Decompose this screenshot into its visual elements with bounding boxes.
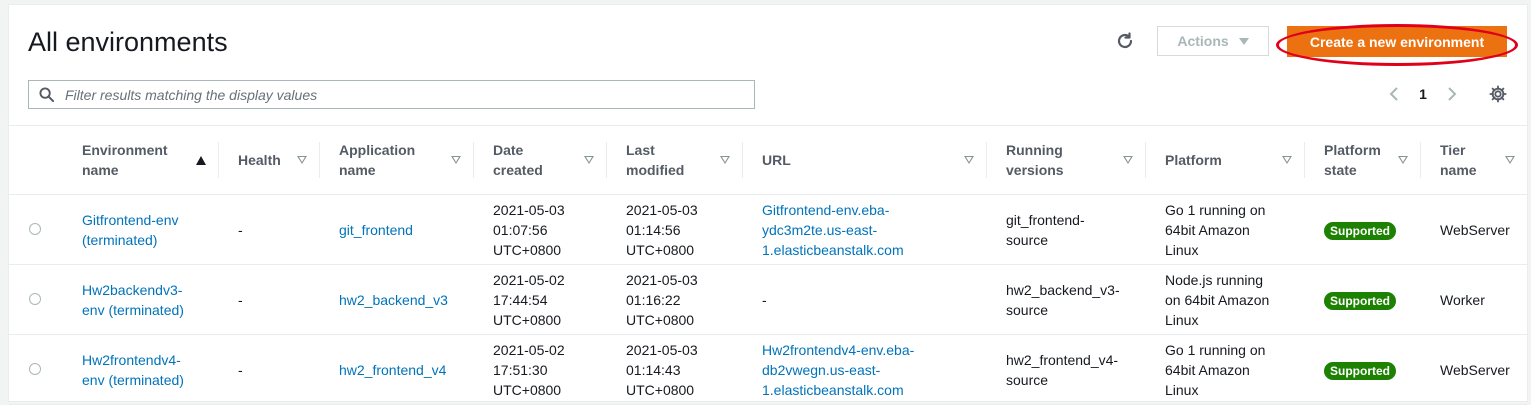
date-created-cell: 2021-05-02 17:44:54 UTC+0800 bbox=[493, 271, 565, 328]
header-label: created bbox=[493, 162, 543, 178]
table-row[interactable]: Hw2backendv3- env (terminated) - hw2_back… bbox=[9, 265, 1527, 335]
header-label: versions bbox=[1006, 162, 1064, 178]
sort-icon bbox=[720, 156, 730, 164]
header-label: name bbox=[339, 162, 376, 178]
select-column-header bbox=[9, 125, 62, 195]
header-label: name bbox=[82, 162, 119, 178]
header-label: Platform bbox=[1324, 142, 1381, 158]
sort-icon bbox=[1282, 156, 1292, 164]
header-label: Environment bbox=[82, 142, 168, 158]
last-modified-cell: 2021-05-03 01:16:22 UTC+0800 bbox=[626, 271, 698, 328]
sort-icon bbox=[451, 156, 461, 164]
row-select-radio[interactable] bbox=[29, 292, 41, 305]
column-header-running-versions[interactable]: Running versions bbox=[986, 125, 1145, 195]
running-versions-cell: hw2_backend_v3- source bbox=[1006, 281, 1120, 318]
platform-state-badge: Supported bbox=[1324, 221, 1396, 240]
header-label: name bbox=[1440, 162, 1477, 178]
header-label: Tier bbox=[1440, 142, 1466, 158]
header-label: URL bbox=[762, 152, 791, 168]
column-header-last-modified[interactable]: Last modified bbox=[606, 125, 742, 195]
actions-label: Actions bbox=[1177, 33, 1229, 49]
last-modified-cell: 2021-05-03 01:14:43 UTC+0800 bbox=[626, 341, 698, 398]
column-header-url[interactable]: URL bbox=[742, 125, 986, 195]
header-label: Date bbox=[493, 142, 524, 158]
environments-table: Environment name Health Application name D… bbox=[9, 125, 1527, 405]
platform-state-badge: Supported bbox=[1324, 361, 1396, 380]
page-number-current[interactable]: 1 bbox=[1405, 86, 1441, 102]
health-cell: - bbox=[238, 221, 243, 238]
sort-icon bbox=[584, 156, 594, 164]
environment-name-link[interactable]: Hw2frontendv4- env (terminated) bbox=[82, 352, 184, 388]
create-environment-label: Create a new environment bbox=[1309, 33, 1485, 50]
tier-name-cell: Worker bbox=[1440, 291, 1485, 308]
platform-cell: Go 1 running on 64bit Amazon Linux bbox=[1165, 341, 1266, 398]
application-name-link[interactable]: hw2_backend_v3 bbox=[339, 292, 448, 308]
date-created-cell: 2021-05-03 01:07:56 UTC+0800 bbox=[493, 201, 565, 258]
health-cell: - bbox=[238, 361, 243, 378]
platform-cell: Go 1 running on 64bit Amazon Linux bbox=[1165, 201, 1266, 258]
sort-ascending-icon bbox=[196, 155, 206, 165]
preferences-button[interactable] bbox=[1487, 83, 1509, 105]
chevron-right-icon bbox=[1448, 87, 1457, 101]
sort-icon bbox=[297, 156, 307, 164]
column-header-date-created[interactable]: Date created bbox=[473, 125, 606, 195]
environments-panel: All environments Actions Create a new en… bbox=[8, 4, 1528, 405]
tier-name-cell: WebServer bbox=[1440, 221, 1510, 238]
column-header-health[interactable]: Health bbox=[218, 125, 319, 195]
gear-icon bbox=[1489, 85, 1507, 103]
header-label: Running bbox=[1006, 142, 1063, 158]
row-select-radio[interactable] bbox=[29, 222, 41, 235]
environment-url-link[interactable]: Gitfrontend-env.eba-ydc3m2te.us-east- 1.e… bbox=[762, 202, 904, 258]
environment-url-link[interactable]: Hw2frontendv4-env.eba-db2vwegn.us-east- 1… bbox=[762, 342, 914, 398]
environment-name-link[interactable]: Hw2backendv3- env (terminated) bbox=[82, 282, 184, 318]
filter-input[interactable] bbox=[63, 85, 707, 104]
search-icon bbox=[39, 87, 54, 102]
column-header-tier-name[interactable]: Tier name bbox=[1420, 125, 1527, 195]
header-label: Health bbox=[238, 152, 281, 168]
platform-state-badge: Supported bbox=[1324, 291, 1396, 310]
platform-cell: Node.js running on 64bit Amazon Linux bbox=[1165, 271, 1270, 328]
next-page-button[interactable] bbox=[1441, 83, 1463, 105]
sort-icon bbox=[964, 156, 974, 164]
create-environment-button[interactable]: Create a new environment bbox=[1287, 26, 1507, 57]
sort-icon bbox=[1398, 156, 1408, 164]
prev-page-button[interactable] bbox=[1383, 83, 1405, 105]
caret-down-icon bbox=[1238, 37, 1249, 45]
health-cell: - bbox=[238, 291, 243, 308]
date-created-cell: 2021-05-02 17:51:30 UTC+0800 bbox=[493, 341, 565, 398]
sort-icon bbox=[1505, 156, 1515, 164]
application-name-link[interactable]: hw2_frontend_v4 bbox=[339, 362, 446, 378]
header-label: Platform bbox=[1165, 152, 1222, 168]
header-label: Last bbox=[626, 142, 655, 158]
header-label: state bbox=[1324, 162, 1357, 178]
refresh-button[interactable] bbox=[1113, 29, 1137, 53]
column-header-environment-name[interactable]: Environment name bbox=[62, 125, 218, 195]
actions-dropdown-button[interactable]: Actions bbox=[1157, 26, 1269, 56]
row-select-radio[interactable] bbox=[29, 362, 41, 375]
refresh-icon bbox=[1117, 32, 1133, 49]
table-row[interactable]: Gitfrontend-env (terminated) - git_fronte… bbox=[9, 195, 1527, 265]
running-versions-cell: git_frontend-source bbox=[1006, 211, 1085, 248]
pagination: 1 bbox=[1383, 83, 1463, 105]
last-modified-cell: 2021-05-03 01:14:56 UTC+0800 bbox=[626, 201, 698, 258]
filter-field[interactable] bbox=[28, 80, 755, 109]
table-header-row: Environment name Health Application name D… bbox=[9, 125, 1527, 195]
sort-icon bbox=[1123, 156, 1133, 164]
environment-url-cell: - bbox=[762, 291, 767, 308]
header-label: Application bbox=[339, 142, 416, 158]
tier-name-cell: WebServer bbox=[1440, 361, 1510, 378]
page-title: All environments bbox=[28, 27, 228, 57]
environment-name-link[interactable]: Gitfrontend-env (terminated) bbox=[82, 212, 179, 248]
header-label: modified bbox=[626, 162, 685, 178]
table-row[interactable]: Hw2frontendv4- env (terminated) - hw2_fro… bbox=[9, 335, 1527, 405]
column-header-application-name[interactable]: Application name bbox=[319, 125, 473, 195]
column-header-platform[interactable]: Platform bbox=[1145, 125, 1304, 195]
application-name-link[interactable]: git_frontend bbox=[339, 222, 413, 238]
chevron-left-icon bbox=[1389, 87, 1398, 101]
column-header-platform-state[interactable]: Platform state bbox=[1304, 125, 1420, 195]
running-versions-cell: hw2_frontend_v4- source bbox=[1006, 351, 1119, 388]
